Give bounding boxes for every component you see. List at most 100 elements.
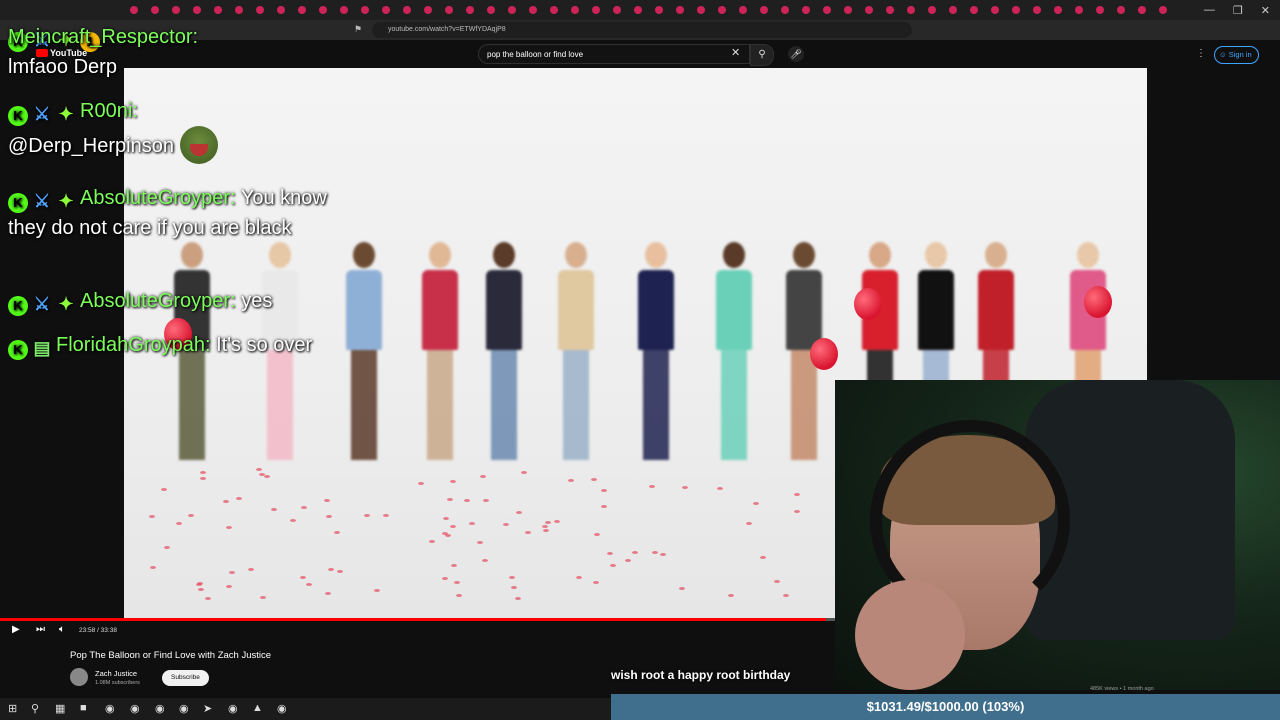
tab[interactable] <box>1054 6 1062 14</box>
rose-petal <box>418 482 424 485</box>
tab[interactable] <box>1159 6 1167 14</box>
rose-petal <box>451 564 457 567</box>
tab[interactable] <box>865 6 873 14</box>
tab[interactable] <box>697 6 705 14</box>
task-view-icon[interactable]: ▦ <box>55 702 65 715</box>
app-icon[interactable]: ◉ <box>105 702 115 715</box>
search-input[interactable]: pop the balloon or find love <box>478 44 750 64</box>
tab[interactable] <box>592 6 600 14</box>
chat-username: AbsoluteGroyper: <box>80 187 236 209</box>
tab[interactable] <box>424 6 432 14</box>
next-icon[interactable]: ⏭︎ <box>36 624 45 635</box>
tab[interactable] <box>256 6 264 14</box>
tab[interactable] <box>1096 6 1104 14</box>
tab[interactable] <box>487 6 495 14</box>
voice-search-button[interactable]: 🎤︎ <box>788 46 804 62</box>
tab[interactable] <box>655 6 663 14</box>
rose-petal <box>794 510 800 513</box>
tab[interactable] <box>928 6 936 14</box>
rose-petal <box>610 564 616 567</box>
kick-badge-icon: K <box>8 296 28 316</box>
tab[interactable] <box>193 6 201 14</box>
channel-name[interactable]: Zach Justice <box>95 669 137 678</box>
tab[interactable] <box>571 6 579 14</box>
app-icon[interactable]: ◉ <box>155 702 165 715</box>
tab[interactable] <box>277 6 285 14</box>
brave-icon[interactable]: ▲ <box>252 702 263 714</box>
chat-text: lmfaoo Derp <box>8 56 117 78</box>
tab[interactable] <box>760 6 768 14</box>
contestant <box>484 242 524 460</box>
tab[interactable] <box>550 6 558 14</box>
close-icon[interactable]: ✕ <box>1261 4 1270 17</box>
play-icon[interactable]: ▶ <box>12 624 20 635</box>
tab[interactable] <box>970 6 978 14</box>
tab[interactable] <box>403 6 411 14</box>
tab[interactable] <box>466 6 474 14</box>
tab[interactable] <box>886 6 894 14</box>
bookmark-icon[interactable]: ⚑ <box>354 24 362 35</box>
tab[interactable] <box>151 6 159 14</box>
rose-petal <box>383 514 389 517</box>
donation-goal-text: $1031.49/$1000.00 (103%) <box>866 699 1025 714</box>
windows-start-icon[interactable]: ⊞ <box>8 702 17 715</box>
tab[interactable] <box>172 6 180 14</box>
tab[interactable] <box>844 6 852 14</box>
tab[interactable] <box>613 6 621 14</box>
tab[interactable] <box>508 6 516 14</box>
sign-in-button[interactable]: ☺ Sign in <box>1214 46 1259 64</box>
tab[interactable] <box>802 6 810 14</box>
tab[interactable] <box>1075 6 1083 14</box>
rose-petal <box>649 485 655 488</box>
rose-petal <box>503 523 509 526</box>
rose-petal <box>576 576 582 579</box>
tab[interactable] <box>382 6 390 14</box>
tab[interactable] <box>676 6 684 14</box>
app-icon[interactable]: ◉ <box>130 702 140 715</box>
rose-petal <box>306 583 312 586</box>
restore-icon[interactable]: ❐ <box>1233 4 1243 17</box>
rose-petal <box>632 551 638 554</box>
volume-icon[interactable]: 🔈︎ <box>59 624 65 635</box>
tab[interactable] <box>1012 6 1020 14</box>
minimize-icon[interactable]: — <box>1204 4 1215 16</box>
tab[interactable] <box>319 6 327 14</box>
tab[interactable] <box>949 6 957 14</box>
tab[interactable] <box>1138 6 1146 14</box>
channel-avatar[interactable] <box>70 668 88 686</box>
tab[interactable] <box>823 6 831 14</box>
rose-petal <box>682 486 688 489</box>
tab[interactable] <box>445 6 453 14</box>
tab[interactable] <box>235 6 243 14</box>
tab[interactable] <box>214 6 222 14</box>
tab[interactable] <box>529 6 537 14</box>
telegram-icon[interactable]: ➤ <box>203 702 212 715</box>
url-field[interactable]: youtube.com/watch?v=ETWfYDAqjP8 <box>372 22 912 38</box>
app-icon[interactable]: ◉ <box>277 702 287 715</box>
app-icon[interactable]: ◉ <box>228 702 238 715</box>
search-button[interactable]: ⚲ <box>750 44 774 66</box>
more-options-icon[interactable]: ⋮ <box>1196 48 1206 59</box>
tab[interactable] <box>340 6 348 14</box>
rose-petal <box>259 473 265 476</box>
file-explorer-icon[interactable]: ■ <box>80 702 87 714</box>
tab[interactable] <box>1117 6 1125 14</box>
tab[interactable] <box>907 6 915 14</box>
rose-petal <box>260 596 266 599</box>
tab[interactable] <box>991 6 999 14</box>
tab[interactable] <box>739 6 747 14</box>
tab[interactable] <box>781 6 789 14</box>
search-icon[interactable]: ⚲ <box>31 702 39 715</box>
chrome-icon[interactable]: ◉ <box>179 702 189 715</box>
rose-petal <box>625 559 631 562</box>
rose-petal <box>525 531 531 534</box>
tab[interactable] <box>634 6 642 14</box>
tab[interactable] <box>130 6 138 14</box>
tab[interactable] <box>1033 6 1041 14</box>
tab[interactable] <box>361 6 369 14</box>
mic-icon: 🎤︎ <box>790 49 802 59</box>
tab[interactable] <box>718 6 726 14</box>
clear-search-icon[interactable]: ✕ <box>731 46 740 59</box>
tab[interactable] <box>298 6 306 14</box>
subscribe-button[interactable]: Subscribe <box>162 670 209 686</box>
